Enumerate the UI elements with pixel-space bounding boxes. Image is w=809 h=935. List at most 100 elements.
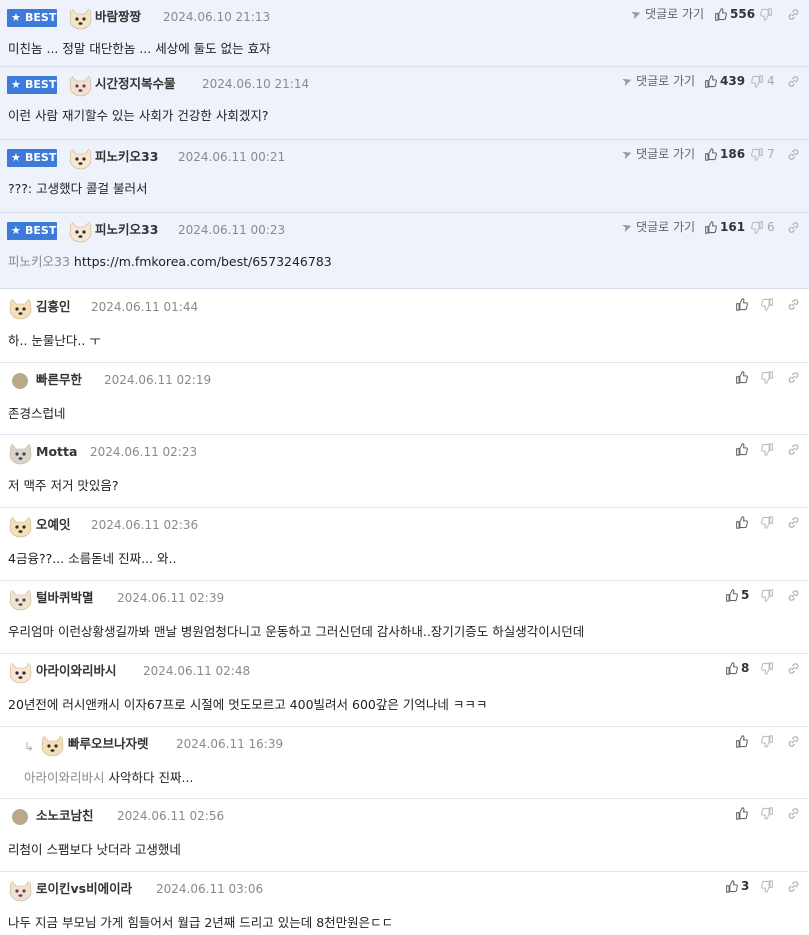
upvote-button[interactable]: 5: [725, 587, 749, 603]
avatar[interactable]: [68, 6, 93, 30]
link-icon: [787, 879, 800, 893]
copy-link-button[interactable]: [787, 146, 800, 162]
author-name[interactable]: 빠른무한: [36, 363, 82, 397]
avatar[interactable]: [68, 146, 93, 170]
downvote-button[interactable]: [761, 805, 774, 821]
author-name[interactable]: Motta: [36, 435, 77, 469]
thumbs-down-icon: [751, 74, 764, 88]
thumbs-down-icon: [761, 370, 774, 384]
author-name[interactable]: 로이킨vs비에이라: [36, 872, 132, 906]
comment-body: 저 맥주 저거 맛있음?: [8, 478, 119, 493]
comment-text: 하.. 눈물난다.. ㅜ: [8, 330, 101, 349]
downvote-button[interactable]: [761, 733, 774, 749]
comment-date: 2024.06.11 02:48: [143, 664, 251, 678]
upvote-button[interactable]: 186: [704, 146, 745, 162]
copy-link-button[interactable]: [787, 878, 800, 894]
copy-link-button[interactable]: [787, 587, 800, 603]
author-name[interactable]: 김흥인: [36, 290, 71, 324]
mention-link[interactable]: 아라이와리바시: [24, 770, 105, 785]
downvote-button[interactable]: [761, 660, 774, 676]
copy-link-button[interactable]: [787, 296, 800, 312]
upvote-button[interactable]: [735, 441, 751, 457]
comment-body: 4금융??... 소름돋네 진짜... 와..: [8, 551, 177, 566]
copy-link-button[interactable]: [787, 733, 800, 749]
copy-link-button[interactable]: [787, 73, 800, 89]
best-comment: ★ BEST 바람짱짱 2024.06.10 21:13 ➤ 댓글로 가기 556 미친놈 .…: [0, 0, 809, 67]
downvote-button[interactable]: [761, 296, 774, 312]
author-name[interactable]: 피노키오33: [95, 213, 158, 247]
author-name[interactable]: 바람짱짱: [95, 0, 141, 34]
upvote-button[interactable]: 3: [725, 878, 749, 894]
go-to-comment-link[interactable]: ➤ 댓글로 가기: [620, 140, 695, 168]
comment-date: 2024.06.10 21:14: [202, 77, 310, 91]
downvote-button[interactable]: 7: [751, 146, 775, 162]
copy-link-button[interactable]: [787, 514, 800, 530]
downvote-button[interactable]: [761, 514, 774, 530]
comment: 털바퀴박멸 2024.06.11 02:39 5 우리엄마 이런상황생길까봐 맨날 병…: [0, 581, 809, 654]
mention-link[interactable]: 피노키오33: [8, 254, 70, 269]
upvote-count: 439: [720, 74, 746, 88]
downvote-button[interactable]: [761, 587, 774, 603]
upvote-count: 5: [741, 588, 750, 602]
author-name[interactable]: 피노키오33: [95, 140, 158, 174]
avatar[interactable]: [8, 878, 33, 902]
upvote-button[interactable]: [735, 296, 751, 312]
upvote-button[interactable]: 556: [714, 6, 755, 22]
avatar[interactable]: [8, 514, 33, 538]
author-name[interactable]: 털바퀴박멸: [36, 581, 94, 615]
comment: 소노코남친 2024.06.11 02:56 리첨이 스팸보다 낫더라 고생했네: [0, 799, 809, 872]
comment-text: 저 맥주 저거 맛있음?: [8, 475, 119, 494]
downvote-button[interactable]: [761, 369, 774, 385]
avatar[interactable]: [68, 73, 93, 97]
go-to-comment-link[interactable]: ➤ 댓글로 가기: [620, 213, 695, 241]
link-icon: [787, 806, 800, 820]
avatar[interactable]: [8, 660, 33, 684]
downvote-button[interactable]: [760, 6, 776, 22]
upvote-button[interactable]: [735, 369, 751, 385]
upvote-button[interactable]: [735, 805, 751, 821]
avatar[interactable]: [8, 587, 33, 611]
comment-body[interactable]: https://m.fmkorea.com/best/6573246783: [74, 254, 332, 269]
copy-link-button[interactable]: [787, 219, 800, 235]
author-name[interactable]: 소노코남친: [36, 799, 94, 833]
avatar[interactable]: [68, 219, 93, 243]
downvote-button[interactable]: 4: [751, 73, 775, 89]
upvote-button[interactable]: [735, 733, 751, 749]
upvote-button[interactable]: 439: [704, 73, 745, 89]
author-name[interactable]: 시간정지복수물: [95, 67, 176, 101]
copy-link-button[interactable]: [787, 805, 800, 821]
best-badge: ★ BEST: [7, 76, 57, 94]
upvote-button[interactable]: 161: [704, 219, 745, 235]
thumbs-down-icon: [761, 442, 774, 456]
downvote-button[interactable]: 6: [751, 219, 775, 235]
avatar[interactable]: [12, 373, 28, 389]
author-name[interactable]: 오예잇: [36, 508, 71, 542]
copy-link-button[interactable]: [787, 369, 800, 385]
send-arrow-icon: ➤: [619, 72, 635, 90]
avatar[interactable]: [40, 733, 65, 757]
thumbs-down-icon: [761, 588, 774, 602]
downvote-count: 7: [767, 147, 775, 161]
comment-body: ???: 고생했다 콜걸 불러서: [8, 181, 148, 196]
copy-link-button[interactable]: [787, 660, 800, 676]
link-icon: [787, 515, 800, 529]
thumbs-down-icon: [761, 297, 774, 311]
comment-date: 2024.06.11 00:21: [178, 150, 286, 164]
avatar[interactable]: [12, 809, 28, 825]
go-to-comment-link[interactable]: ➤ 댓글로 가기: [629, 0, 704, 28]
thumbs-down-icon: [761, 734, 774, 748]
copy-link-button[interactable]: [787, 441, 800, 457]
author-name[interactable]: 빠루오브나자렛: [68, 727, 149, 761]
go-to-comment-link[interactable]: ➤ 댓글로 가기: [620, 67, 695, 95]
downvote-button[interactable]: [761, 878, 774, 894]
best-comment: ★ BEST 피노키오33 2024.06.11 00:23 ➤ 댓글로 가기 161 6 피노…: [0, 213, 809, 289]
upvote-button[interactable]: [735, 514, 751, 530]
downvote-button[interactable]: [761, 441, 774, 457]
comment-date: 2024.06.11 00:23: [178, 223, 286, 237]
avatar[interactable]: [8, 296, 33, 320]
author-name[interactable]: 아라이와리바시: [36, 654, 117, 688]
upvote-button[interactable]: 8: [725, 660, 749, 676]
comment-text: 이런 사람 재기할수 있는 사회가 건강한 사회겠지?: [8, 105, 268, 124]
copy-link-button[interactable]: [787, 6, 800, 22]
avatar[interactable]: [8, 441, 33, 465]
